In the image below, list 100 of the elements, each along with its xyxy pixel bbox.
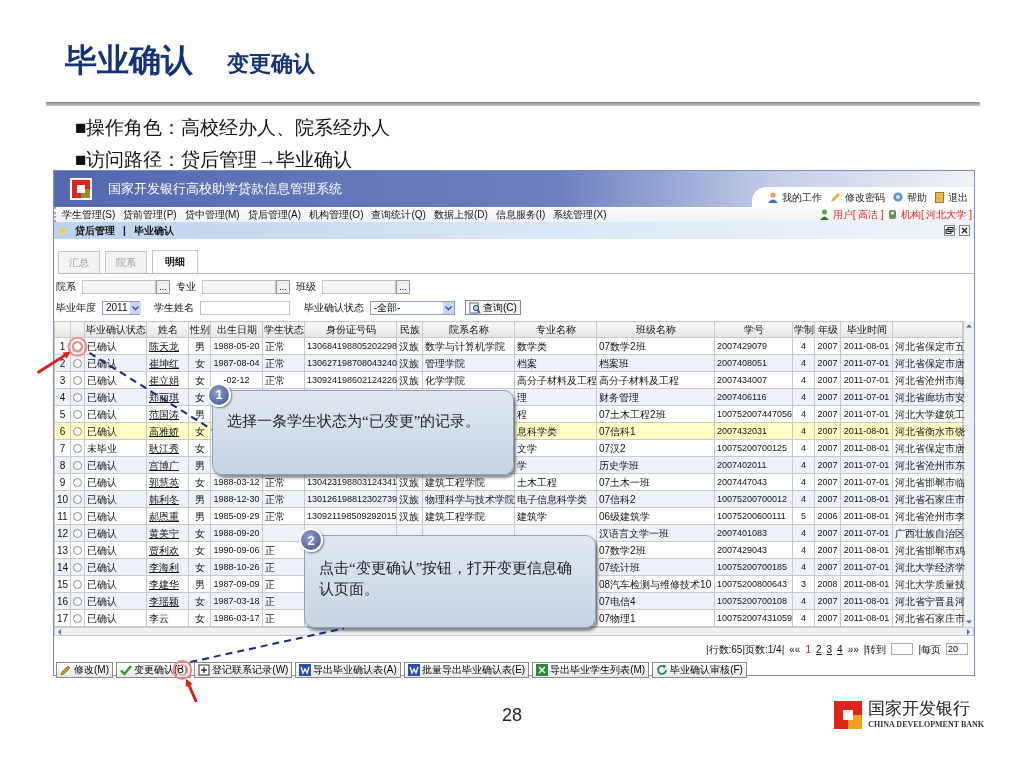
column-header[interactable]: 年级 — [814, 321, 841, 338]
top-link[interactable]: 修改密码 — [845, 189, 885, 205]
radio-button[interactable] — [73, 478, 82, 488]
toolbar-button[interactable]: 导出毕业学生列表(M) — [532, 662, 650, 678]
page-link[interactable]: 3 — [826, 641, 833, 657]
first-page-link[interactable]: «« — [789, 641, 801, 657]
field-label: 毕业年度 — [56, 301, 96, 315]
menu-item[interactable]: 机构管理(O) — [309, 207, 364, 222]
field-label: 院系 — [56, 280, 76, 294]
top-link[interactable]: 我的工作 — [782, 189, 822, 205]
menu-item[interactable]: 贷后管理(A) — [247, 207, 302, 222]
radio-button[interactable] — [73, 614, 82, 624]
toolbar-button[interactable]: 导出毕业确认表(A) — [295, 662, 401, 678]
menu-item[interactable]: 数据上报(D) — [433, 207, 488, 222]
radio-button[interactable] — [73, 444, 82, 454]
field-label: 班级 — [296, 280, 316, 294]
per-page-input[interactable]: 20 — [946, 643, 968, 655]
column-header[interactable]: 班级名称 — [596, 321, 715, 338]
page-input[interactable] — [891, 643, 914, 655]
status-dropdown[interactable]: -全部- — [370, 300, 455, 315]
browse-button[interactable]: ... — [276, 279, 290, 294]
toolbar-button[interactable]: 登记联系记录(W) — [194, 662, 293, 678]
radio-button[interactable] — [73, 461, 82, 471]
column-header[interactable]: 性别 — [188, 321, 211, 338]
table-row[interactable]: 10 已确认 韩利冬 男 1988-12-30 正常 130126198812302739 汉族 物理科学与技术学院 电子信息科学类 07信科2 10075200700012 4 2007 2011-08-01 河北省石家庄市 — [54, 490, 963, 508]
table-row[interactable]: 11 已确认 郝恩重 男 1985-09-29 正常 130921198509292015 汉族 建筑工程学院 建筑学 06级建筑学 10075200600111 5 2006 2011-08-01 河北省沧州市李 — [54, 507, 963, 525]
input-field[interactable] — [322, 279, 396, 294]
radio-button[interactable] — [73, 546, 82, 556]
radio-button[interactable] — [73, 393, 82, 403]
table-cell: 李云 — [149, 612, 169, 624]
document-icon — [299, 664, 312, 676]
dropdown-caret-icon — [129, 301, 141, 314]
field-label: 学生姓名 — [154, 301, 194, 315]
radio-button[interactable] — [73, 597, 82, 607]
radio-button[interactable] — [73, 427, 82, 437]
column-header[interactable]: 专业名称 — [514, 321, 597, 338]
menu-item[interactable]: 查询统计(Q) — [371, 207, 426, 222]
table-row[interactable]: 1 已确认 陈天龙 男 1988-05-20 正常 130684198805202298 汉族 数学与计算机学院 数学类 07数学2班 2007429079 4 2007 2011-08-01 河北省保定市五 — [54, 337, 963, 355]
toolbar-button[interactable]: 毕业确认审核(F) — [652, 662, 747, 678]
page-link[interactable]: 2 — [815, 641, 822, 657]
column-header[interactable]: 出生日期 — [210, 321, 263, 338]
menu-item[interactable]: 贷前管理(P) — [123, 207, 177, 222]
breadcrumb-item[interactable]: 贷后管理 — [75, 223, 115, 238]
door-icon — [935, 191, 944, 203]
pointer-arrow — [36, 351, 71, 375]
column-header[interactable]: 身份证号码 — [304, 321, 397, 338]
document-icon — [407, 664, 420, 676]
callout-text: 选择一条学生状态为“已变更”的记录。 — [227, 411, 482, 431]
page-link[interactable]: 4 — [837, 641, 843, 657]
menu-item[interactable]: 信息服务(I) — [495, 207, 546, 222]
input-field[interactable] — [202, 279, 276, 294]
table-row[interactable]: 9 已确认 郭慧英 女 1988-03-12 正常 130423198803124341 汉族 建筑工程学院 土木工程 07土木一班 2007447043 4 2007 2011-07-01 河北省邯郸市临 — [54, 473, 963, 491]
tab[interactable]: 明细 — [152, 250, 198, 273]
star-icon — [58, 226, 67, 235]
radio-button[interactable] — [73, 512, 82, 522]
browse-button[interactable]: ... — [396, 279, 410, 294]
column-header[interactable]: 毕业时间 — [840, 321, 893, 338]
column-header[interactable]: 民族 — [396, 321, 423, 338]
pencil-icon — [830, 191, 841, 203]
column-header[interactable]: 学制 — [792, 321, 815, 338]
column-header[interactable]: 姓名 — [146, 321, 189, 338]
table-row[interactable]: 3 已确认 崔立娟 女 -02-12 正常 130924198602124226 汉族 化学学院 高分子材料及工程 高分子材料及工程 2007434007 4 2007 2011-07-01 河北省沧州市海 — [54, 371, 963, 389]
column-header[interactable]: 学生状态 — [262, 321, 305, 338]
dropdown-caret-icon — [443, 301, 454, 314]
close-icon[interactable] — [959, 225, 970, 236]
radio-button[interactable] — [73, 529, 82, 539]
query-button[interactable]: 查询(C) — [465, 300, 521, 315]
page-link[interactable]: 1 — [805, 641, 811, 657]
toolbar-button[interactable]: 修改(M) — [56, 662, 113, 678]
radio-button[interactable] — [73, 410, 82, 420]
breadcrumb-item[interactable]: 毕业确认 — [133, 223, 174, 238]
restore-icon[interactable] — [944, 225, 955, 236]
top-link[interactable]: 退出 — [948, 189, 968, 205]
goto-label: |转到 — [863, 642, 887, 657]
field-label: 专业 — [176, 280, 196, 294]
menu-item[interactable]: 贷中管理(M) — [184, 207, 240, 222]
spreadsheet-icon — [536, 664, 549, 676]
menu-item[interactable]: 系统管理(X) — [553, 207, 607, 222]
radio-button[interactable] — [73, 563, 82, 573]
radio-button[interactable] — [73, 359, 82, 369]
column-header[interactable]: 学号 — [714, 321, 793, 338]
bullet-text: ■访问路径：贷后管理→毕业确认 — [75, 148, 354, 172]
app-title: 国家开发银行高校助学贷款信息管理系统 — [108, 180, 342, 199]
browse-button[interactable]: ... — [156, 279, 170, 294]
user-icon — [768, 191, 778, 203]
radio-button[interactable] — [73, 495, 82, 505]
year-dropdown[interactable]: 2011 — [102, 300, 140, 315]
radio-button[interactable] — [73, 342, 82, 352]
toolbar-button[interactable]: 批量导出毕业确认表(E) — [403, 662, 530, 678]
radio-button[interactable] — [73, 580, 82, 590]
menu-item[interactable]: 学生管理(S) — [62, 207, 116, 222]
input-field[interactable] — [200, 300, 290, 315]
breadcrumb-separator: | — [123, 224, 126, 238]
column-header[interactable]: 院系名称 — [422, 321, 515, 338]
input-field[interactable] — [82, 279, 156, 294]
last-page-link[interactable]: »» — [847, 641, 859, 657]
top-link[interactable]: 帮助 — [907, 189, 927, 205]
radio-button[interactable] — [73, 376, 82, 386]
refresh-icon — [656, 664, 669, 676]
column-header[interactable]: 毕业确认状态 — [84, 321, 147, 338]
